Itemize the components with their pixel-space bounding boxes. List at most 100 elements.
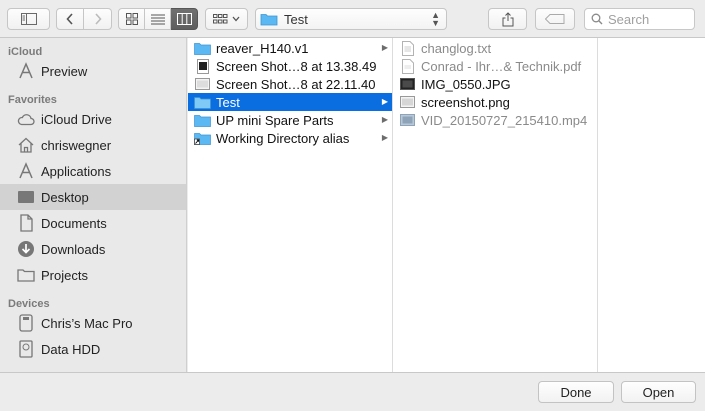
current-folder-label: Test xyxy=(284,11,308,27)
list-item-label: Conrad - Ihr…& Technik.pdf xyxy=(421,58,582,74)
browser-column-2: changlog.txt Conrad - Ihr…& Technik.pdf … xyxy=(393,38,598,372)
list-item-test-folder[interactable]: Test ▶ xyxy=(188,93,392,111)
list-item-changlog[interactable]: changlog.txt xyxy=(393,39,597,57)
list-item-label: VID_20150727_215410.mp4 xyxy=(421,112,588,128)
sidebar-item-data-hdd[interactable]: Data HDD xyxy=(0,336,186,362)
desktop-icon xyxy=(16,187,36,207)
folder-icon xyxy=(16,265,36,285)
sidebar: iCloud Preview Favorites iCloud Drive ch… xyxy=(0,38,187,372)
image-file-icon xyxy=(399,94,416,110)
list-item-screenshot-1[interactable]: Screen Shot…8 at 13.38.49 xyxy=(188,57,392,75)
documents-icon xyxy=(16,213,36,233)
updown-arrows-icon: ▲ ▼ xyxy=(431,10,440,28)
forward-button[interactable] xyxy=(84,8,112,30)
list-item-vid-mp4[interactable]: VID_20150727_215410.mp4 xyxy=(393,111,597,129)
list-item-screenshot-2[interactable]: Screen Shot…8 at 22.11.40 xyxy=(188,75,392,93)
search-field[interactable] xyxy=(584,8,695,30)
sidebar-header-icloud: iCloud xyxy=(8,46,43,58)
list-item-label: UP mini Spare Parts xyxy=(216,112,334,128)
list-item-img-jpg[interactable]: IMG_0550.JPG xyxy=(393,75,597,93)
list-item-reaver[interactable]: reaver_H140.v1 ▶ xyxy=(188,39,392,57)
folder-icon xyxy=(194,94,211,110)
search-icon xyxy=(591,13,603,25)
pdf-file-icon xyxy=(399,58,416,74)
column-view-button[interactable] xyxy=(171,8,198,30)
share-icon xyxy=(502,11,513,26)
screenshot-file-icon xyxy=(194,76,211,92)
open-button[interactable]: Open xyxy=(621,381,696,403)
list-item-label: screenshot.png xyxy=(421,94,510,110)
list-item-working-directory[interactable]: Working Directory alias ▶ xyxy=(188,129,392,147)
sidebar-item-mac-pro[interactable]: Chris’s Mac Pro xyxy=(0,310,186,336)
sidebar-item-label: Data HDD xyxy=(41,341,101,357)
share-button[interactable] xyxy=(488,8,527,30)
browser-column-1: reaver_H140.v1 ▶ Screen Shot…8 at 13.38.… xyxy=(188,38,393,372)
sidebar-item-icloud-drive[interactable]: iCloud Drive xyxy=(0,106,186,132)
folder-path-popup[interactable]: Test ▲ ▼ xyxy=(255,8,447,30)
hard-drive-icon xyxy=(16,339,36,359)
sidebar-item-preview[interactable]: Preview xyxy=(0,58,186,84)
disclosure-arrow-icon: ▶ xyxy=(381,133,388,142)
done-button[interactable]: Done xyxy=(538,381,614,403)
computer-icon xyxy=(16,313,36,333)
sidebar-item-label: chriswegner xyxy=(41,137,112,153)
downloads-icon xyxy=(16,239,36,259)
folder-icon xyxy=(194,40,211,56)
home-icon xyxy=(16,135,36,155)
list-item-label: Test xyxy=(216,94,240,110)
text-file-icon xyxy=(399,40,416,56)
screenshot-file-icon xyxy=(194,58,211,74)
list-item-label: Working Directory alias xyxy=(216,130,350,146)
list-item-label: Screen Shot…8 at 13.38.49 xyxy=(216,58,377,74)
disclosure-arrow-icon: ▶ xyxy=(381,43,388,52)
list-item-label: reaver_H140.v1 xyxy=(216,40,309,56)
cloud-icon xyxy=(16,109,36,129)
icon-view-button[interactable] xyxy=(118,8,145,30)
sidebar-item-documents[interactable]: Documents xyxy=(0,210,186,236)
search-input[interactable] xyxy=(608,11,688,27)
chevron-right-icon xyxy=(94,13,102,25)
video-file-icon xyxy=(399,112,416,128)
tag-button[interactable] xyxy=(535,8,575,30)
sidebar-item-label: Projects xyxy=(41,267,88,283)
list-item-label: Screen Shot…8 at 22.11.40 xyxy=(216,76,376,92)
sidebar-item-label: Documents xyxy=(41,215,107,231)
arrange-button[interactable] xyxy=(205,8,248,30)
sidebar-item-projects[interactable]: Projects xyxy=(0,262,186,288)
tag-icon xyxy=(545,14,565,24)
footer-bar: Done Open xyxy=(0,372,705,411)
sidebar-item-label: iCloud Drive xyxy=(41,111,112,127)
applications-icon xyxy=(16,161,36,181)
sidebar-item-label: Preview xyxy=(41,63,88,79)
sidebar-item-home[interactable]: chriswegner xyxy=(0,132,186,158)
back-button[interactable] xyxy=(56,8,84,30)
list-item-conrad-pdf[interactable]: Conrad - Ihr…& Technik.pdf xyxy=(393,57,597,75)
image-file-icon xyxy=(399,76,416,92)
sidebar-item-label: Downloads xyxy=(41,241,106,257)
sidebar-item-label: Desktop xyxy=(41,189,89,205)
sidebar-toggle-button[interactable] xyxy=(7,8,50,30)
browser-column-3 xyxy=(598,38,705,372)
arrange-grid-icon xyxy=(213,13,228,23)
list-item-label: IMG_0550.JPG xyxy=(421,76,511,92)
list-item-screenshot-png[interactable]: screenshot.png xyxy=(393,93,597,111)
column-view-icon xyxy=(176,13,192,25)
list-view-button[interactable] xyxy=(145,8,171,30)
folder-icon xyxy=(194,112,211,128)
list-item-up-mini[interactable]: UP mini Spare Parts ▶ xyxy=(188,111,392,129)
sidebar-item-downloads[interactable]: Downloads xyxy=(0,236,186,262)
sidebar-item-applications[interactable]: Applications xyxy=(0,158,186,184)
list-view-icon xyxy=(150,14,165,24)
sidebar-item-label: Applications xyxy=(41,163,112,179)
disclosure-arrow-icon: ▶ xyxy=(381,115,388,124)
sidebar-item-desktop[interactable]: Desktop xyxy=(0,184,186,210)
chevron-down-icon xyxy=(232,16,240,22)
sidebar-header-favorites: Favorites xyxy=(8,94,57,106)
sidebar-icon xyxy=(20,13,37,25)
sidebar-header-devices: Devices xyxy=(8,298,50,310)
list-item-label: changlog.txt xyxy=(421,40,492,56)
disclosure-arrow-icon: ▶ xyxy=(381,97,388,106)
toolbar: Test ▲ ▼ xyxy=(0,0,705,38)
preview-app-icon xyxy=(16,61,36,81)
chevron-left-icon xyxy=(66,13,73,25)
